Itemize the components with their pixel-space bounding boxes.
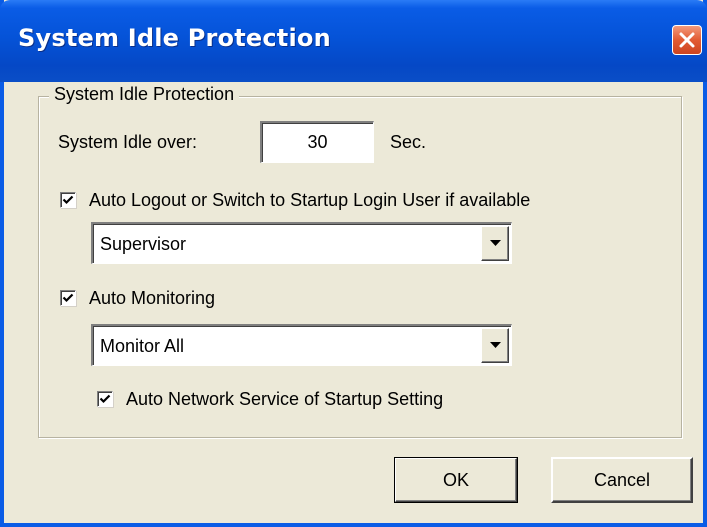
auto-logout-checkbox[interactable] — [60, 192, 76, 208]
idle-over-label: System Idle over: — [58, 132, 198, 152]
dropdown-arrow-icon — [490, 342, 501, 348]
monitoring-mode-select[interactable]: Monitor All — [91, 324, 512, 366]
idle-unit-label: Sec. — [390, 132, 427, 152]
checkmark-icon — [62, 293, 74, 303]
dialog-window: System Idle Protection System Idle Prote… — [0, 0, 707, 527]
idle-seconds-input[interactable]: 30 — [260, 121, 374, 163]
ok-button[interactable]: OK — [394, 457, 518, 503]
auto-logout-label[interactable]: Auto Logout or Switch to Startup Login U… — [89, 189, 530, 211]
login-user-dropdown-button[interactable] — [481, 226, 509, 261]
monitoring-mode-dropdown-button[interactable] — [481, 328, 509, 363]
auto-network-service-label[interactable]: Auto Network Service of Startup Setting — [126, 388, 443, 410]
title-bar[interactable]: System Idle Protection — [0, 0, 707, 82]
login-user-select-value: Supervisor — [100, 234, 187, 254]
auto-monitoring-label[interactable]: Auto Monitoring — [89, 287, 215, 309]
close-icon — [679, 32, 695, 48]
close-button[interactable] — [672, 25, 702, 55]
cancel-button[interactable]: Cancel — [551, 457, 693, 503]
auto-network-service-checkbox[interactable] — [97, 391, 113, 407]
login-user-select[interactable]: Supervisor — [91, 222, 512, 264]
auto-monitoring-checkbox[interactable] — [60, 290, 76, 306]
checkmark-icon — [99, 394, 111, 404]
groupbox-legend: System Idle Protection — [49, 82, 240, 106]
checkmark-icon — [62, 195, 74, 205]
dropdown-arrow-icon — [490, 240, 501, 246]
window-title: System Idle Protection — [18, 24, 331, 52]
monitoring-mode-select-value: Monitor All — [100, 336, 185, 356]
